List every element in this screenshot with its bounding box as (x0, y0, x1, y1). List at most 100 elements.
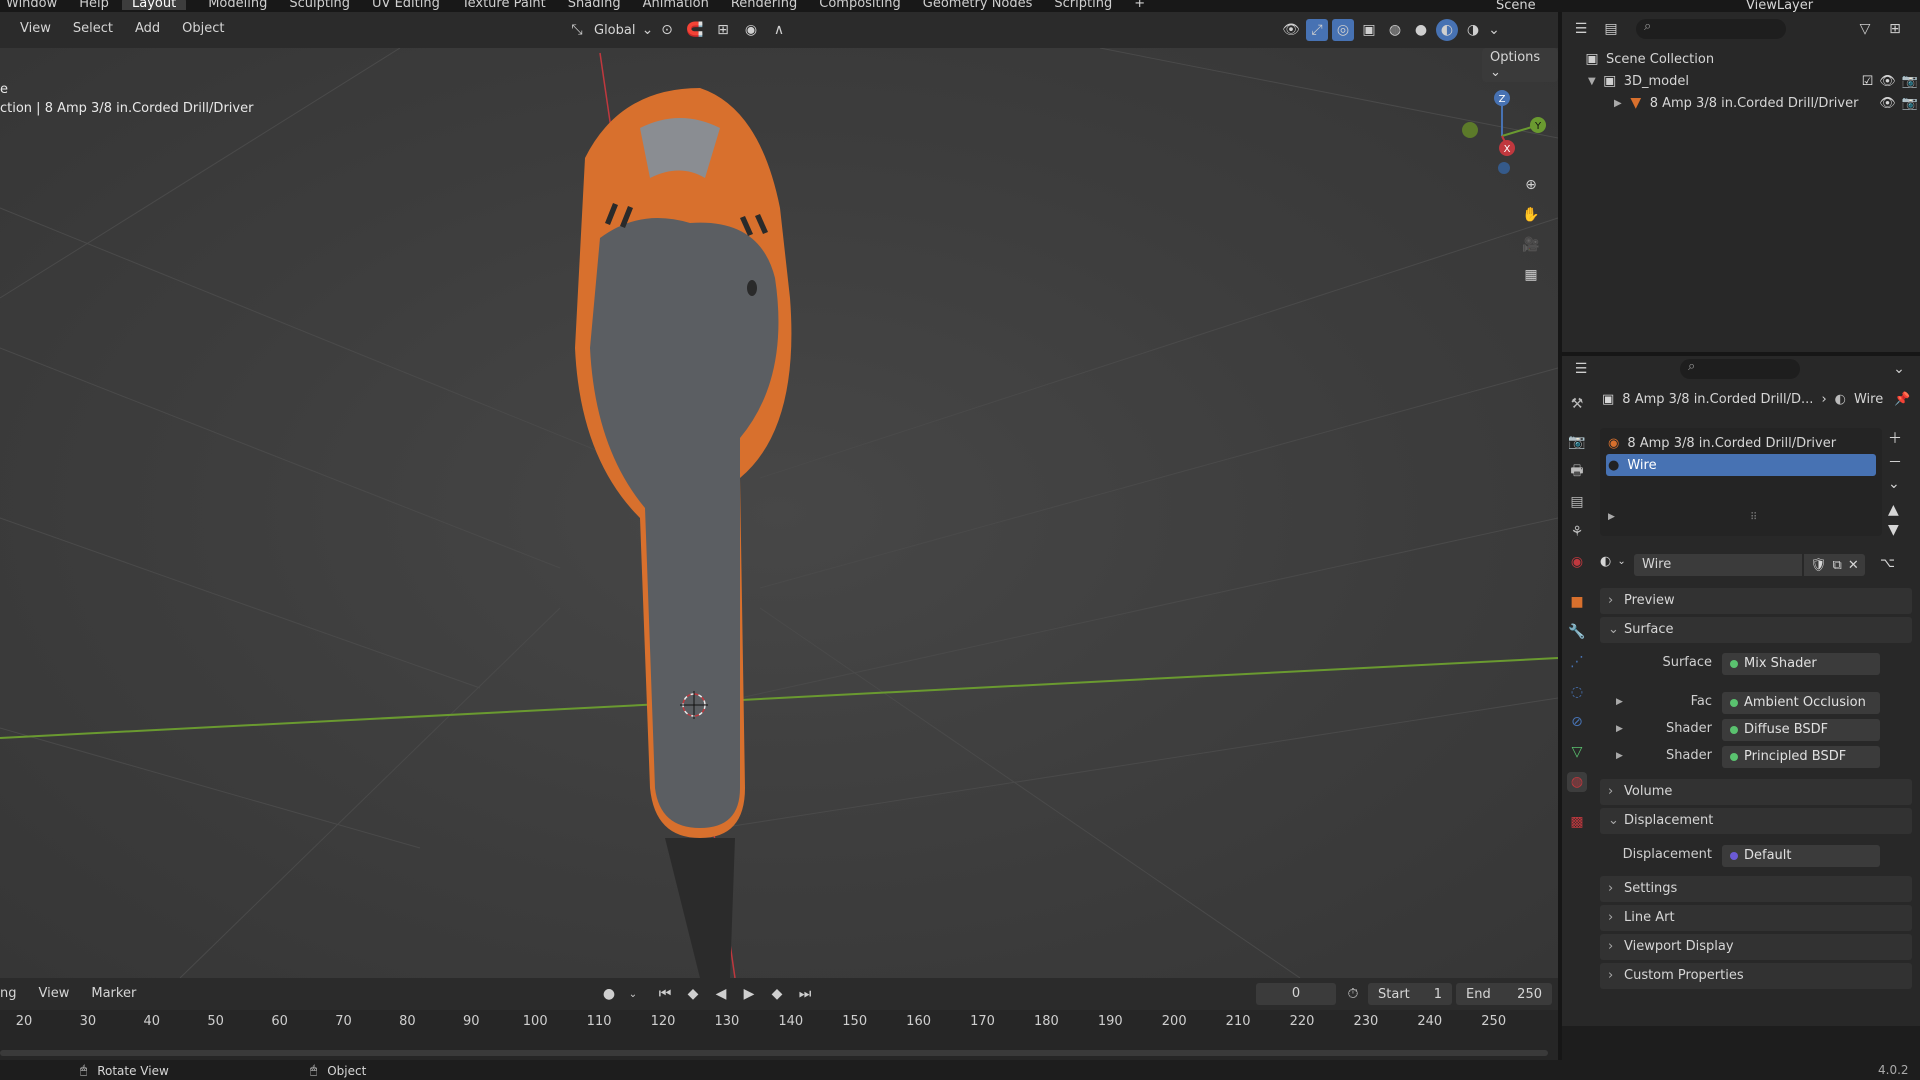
play-icon[interactable]: ▶ (738, 983, 760, 1005)
tab-sculpting[interactable]: Sculpting (289, 0, 350, 10)
chevron-down-icon[interactable]: ⌄ (626, 983, 640, 1005)
drill-model[interactable] (575, 88, 792, 978)
menu-add[interactable]: Add (135, 21, 160, 36)
menu-view[interactable]: View (39, 986, 70, 1001)
next-keyframe-icon[interactable]: ◆ (766, 983, 788, 1005)
move-down-icon[interactable]: ▼ (1888, 522, 1902, 538)
texture-tab-icon[interactable]: ▩ (1567, 812, 1587, 832)
section-displacement[interactable]: ⌄ Displacement (1600, 808, 1912, 834)
record-icon[interactable]: ● (598, 983, 620, 1005)
section-settings[interactable]: › Settings (1600, 876, 1912, 902)
shading-wireframe-icon[interactable]: ◍ (1384, 19, 1406, 41)
material-browse-button[interactable]: ◐ ⌄ (1600, 554, 1626, 569)
constraints-tab-icon[interactable]: ⊘ (1567, 712, 1587, 732)
zoom-icon[interactable]: ⊕ (1520, 174, 1542, 196)
perspective-grid-icon[interactable]: ▦ (1520, 264, 1542, 286)
tab-shading[interactable]: Shading (568, 0, 621, 10)
data-tab-icon[interactable]: ▽ (1567, 742, 1587, 762)
eye-icon[interactable]: 👁 (1879, 74, 1896, 89)
timeline[interactable]: 20 30 40 50 60 70 80 90 100 110 120 130 140 150 160 170… (0, 1010, 1558, 1060)
tab-uv-editing[interactable]: UV Editing (372, 0, 440, 10)
menu-marker[interactable]: Marker (91, 986, 136, 1001)
outliner-collection-row[interactable]: ▼ ▣ 3D_model ☑ 👁 📷 (1588, 70, 1918, 92)
scene-selector[interactable]: Scene (1496, 0, 1536, 12)
visibility-icon[interactable]: 👁 (1280, 19, 1302, 41)
outliner-scene-collection[interactable]: ▣ Scene Collection (1584, 48, 1714, 70)
end-frame-field[interactable]: End 250 (1456, 983, 1552, 1005)
physics-tab-icon[interactable]: ◌ (1567, 682, 1587, 702)
shader-1-field[interactable]: Diffuse BSDF (1722, 719, 1880, 741)
current-frame-field[interactable]: 0 (1256, 983, 1336, 1005)
prev-keyframe-icon[interactable]: ◆ (682, 983, 704, 1005)
camera-render-icon[interactable]: 📷 (1902, 74, 1918, 89)
menu-object[interactable]: Object (182, 21, 224, 36)
proportional-edit-icon[interactable]: ◉ (740, 19, 762, 41)
tool-tab-icon[interactable]: ⚒ (1567, 394, 1587, 414)
new-collection-icon[interactable]: ⊞ (1884, 18, 1906, 40)
tab-scripting[interactable]: Scripting (1054, 0, 1112, 10)
display-mode-icon[interactable]: ▤ (1600, 18, 1622, 40)
render-tab-icon[interactable]: 📷 (1567, 432, 1587, 452)
play-reverse-icon[interactable]: ◀ (710, 983, 732, 1005)
material-tab-icon[interactable]: ◍ (1567, 772, 1587, 792)
viewlayer-selector[interactable]: ViewLayer (1746, 0, 1813, 12)
menu-help[interactable]: Help (79, 0, 109, 10)
transform-orientation-dropdown[interactable]: ⤡ Global ⌄ (566, 19, 653, 41)
shading-rendered-icon[interactable]: ◑ (1462, 19, 1484, 41)
snap-target-icon[interactable]: ⊞ (712, 19, 734, 41)
move-up-icon[interactable]: ▲ (1888, 502, 1902, 518)
expand-arrow-icon[interactable]: ▶ (1616, 724, 1623, 734)
jump-end-icon[interactable]: ⏭ (794, 983, 816, 1005)
gizmo-neg-y-axis[interactable] (1462, 122, 1478, 138)
stopwatch-icon[interactable]: ⏱ (1342, 983, 1364, 1005)
camera-icon[interactable]: 🎥 (1520, 234, 1542, 256)
menu-view[interactable]: View (20, 21, 51, 36)
unlink-material-icon[interactable]: ✕ (1848, 558, 1859, 573)
overlay-toggle-icon[interactable]: ◎ (1332, 19, 1354, 41)
world-tab-icon[interactable]: ◉ (1567, 552, 1587, 572)
timeline-scrollbar[interactable] (0, 1050, 1548, 1056)
gizmo-toggle-icon[interactable]: ⤢ (1306, 19, 1328, 41)
menu-window[interactable]: Window (6, 0, 57, 10)
scene-tab-icon[interactable]: ⚘ (1567, 522, 1587, 542)
properties-search-input[interactable]: ⌕ (1680, 359, 1800, 379)
displacement-field[interactable]: Default (1722, 845, 1880, 867)
chevron-down-icon[interactable]: ⌄ (1888, 358, 1910, 380)
resize-handle-icon[interactable]: ⠿ (1750, 512, 1757, 523)
tab-compositing[interactable]: Compositing (819, 0, 901, 10)
shader-2-field[interactable]: Principled BSDF (1722, 746, 1880, 768)
shading-solid-icon[interactable]: ● (1410, 19, 1432, 41)
section-line-art[interactable]: › Line Art (1600, 905, 1912, 931)
slot-menu-chevron-icon[interactable]: ⌄ (1888, 476, 1902, 492)
add-slot-icon[interactable]: ＋ (1888, 428, 1902, 448)
tab-layout[interactable]: Layout (122, 0, 187, 10)
expand-arrow-icon[interactable]: ▶ (1616, 697, 1623, 707)
navigation-gizmo[interactable]: Z Y X (1452, 78, 1552, 178)
expand-arrow-icon[interactable]: ▶ (1608, 512, 1615, 522)
tab-animation[interactable]: Animation (643, 0, 709, 10)
camera-render-icon[interactable]: 📷 (1902, 96, 1918, 111)
pivot-icon[interactable]: ⊙ (656, 19, 678, 41)
output-tab-icon[interactable]: 🖶 (1567, 462, 1587, 482)
material-slot-item-selected[interactable]: ● Wire (1606, 454, 1876, 476)
tab-geometry-nodes[interactable]: Geometry Nodes (923, 0, 1033, 10)
jump-start-icon[interactable]: ⏮ (654, 983, 676, 1005)
menu-playback[interactable]: ng (0, 986, 17, 1001)
material-name-field[interactable]: Wire (1634, 554, 1802, 576)
3d-viewport[interactable]: e ction | 8 Amp 3/8 in.Corded Drill/Driv… (0, 48, 1558, 978)
fake-user-shield-icon[interactable]: 🛡 (1810, 558, 1827, 573)
section-surface[interactable]: ⌄ Surface (1600, 617, 1912, 643)
expand-arrow-icon[interactable]: ▶ (1614, 98, 1622, 109)
outliner-object-row[interactable]: ▶ ▼ 8 Amp 3/8 in.Corded Drill/Driver 👁 📷 (1614, 92, 1918, 114)
xray-icon[interactable]: ▣ (1358, 19, 1380, 41)
modifier-tab-icon[interactable]: 🔧 (1567, 622, 1587, 642)
tab-rendering[interactable]: Rendering (731, 0, 797, 10)
section-viewport-display[interactable]: › Viewport Display (1600, 934, 1912, 960)
options-dropdown[interactable]: Options ⌄ (1482, 48, 1558, 82)
remove-slot-icon[interactable]: － (1888, 452, 1902, 472)
falloff-icon[interactable]: ∧ (768, 19, 790, 41)
start-frame-field[interactable]: Start 1 (1368, 983, 1452, 1005)
pan-hand-icon[interactable]: ✋ (1520, 204, 1542, 226)
section-volume[interactable]: › Volume (1600, 779, 1912, 805)
tab-modeling[interactable]: Modeling (208, 0, 267, 10)
